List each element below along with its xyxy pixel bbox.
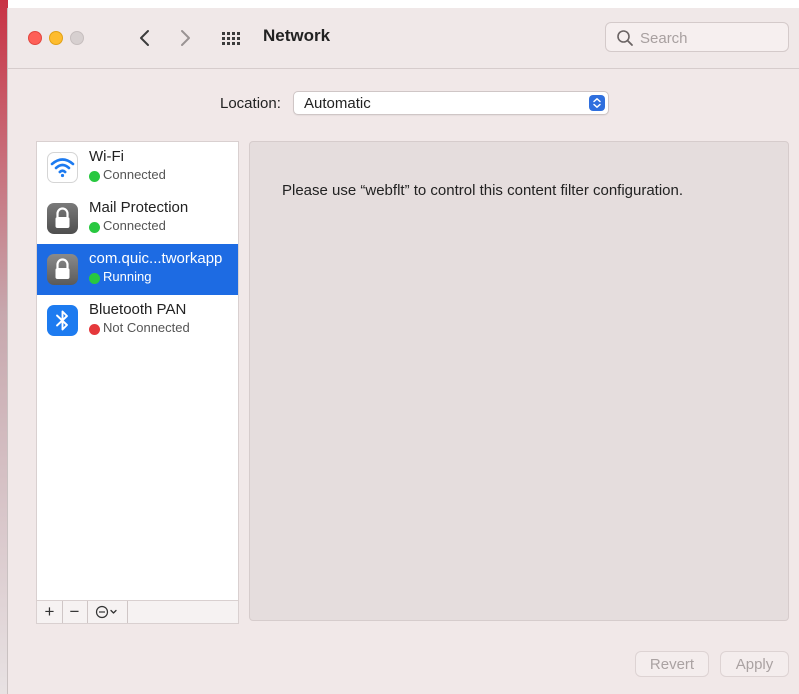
service-list-toolbar: + − [37,600,238,623]
window-title: Network [263,26,331,45]
wifi-icon [47,152,78,183]
apply-button[interactable]: Apply [720,651,789,677]
network-preferences-window: Network Location: Automatic [8,8,799,694]
service-item-mail-protection[interactable]: Mail Protection Connected [37,193,238,244]
search-field[interactable] [605,22,789,52]
status-dot [89,222,100,233]
chevron-right-icon [181,30,190,46]
location-select[interactable]: Automatic [293,91,609,115]
service-name: Bluetooth PAN [89,301,187,318]
location-label: Location: [220,95,281,112]
status-dot [89,273,100,284]
lock-icon [47,203,78,234]
service-status: Running [103,269,152,284]
chevron-left-icon [140,30,149,46]
service-name: Mail Protection [89,199,189,216]
service-name: Wi-Fi [89,148,124,165]
remove-service-button[interactable]: − [62,601,88,623]
bluetooth-icon [47,305,78,336]
service-list: Wi-Fi Connected Mail Protection Connecte… [36,141,239,624]
content-filter-message: Please use “webflt” to control this cont… [282,182,684,199]
titlebar: Network [8,8,799,69]
status-dot [89,324,100,335]
service-item-wifi[interactable]: Wi-Fi Connected [37,142,238,193]
ellipsis-circle-icon [95,605,117,619]
service-item-com-quic-networkapp[interactable]: com.quic...tworkapp Running [37,244,238,295]
back-button[interactable] [134,25,156,51]
zoom-window-button[interactable] [70,31,84,45]
add-service-button[interactable]: + [37,601,63,623]
close-window-button[interactable] [28,31,42,45]
updown-chevron-icon [593,98,601,108]
service-status: Not Connected [103,320,190,335]
status-dot [89,171,100,182]
service-status: Connected [103,167,166,182]
location-value: Automatic [304,95,371,112]
service-detail-panel: Please use “webflt” to control this cont… [249,141,789,621]
grid-icon [222,32,240,45]
show-all-button[interactable] [221,28,241,48]
minimize-window-button[interactable] [49,31,63,45]
search-input[interactable] [638,27,782,49]
lock-icon [47,254,78,285]
select-stepper [589,95,605,111]
service-item-bluetooth-pan[interactable]: Bluetooth PAN Not Connected [37,295,238,346]
search-icon [617,30,633,46]
service-status: Connected [103,218,166,233]
desktop-edge [0,0,8,694]
service-name: com.quic...tworkapp [89,250,223,267]
revert-button[interactable]: Revert [635,651,709,677]
action-menu-button[interactable] [87,601,128,623]
forward-button[interactable] [174,25,196,51]
